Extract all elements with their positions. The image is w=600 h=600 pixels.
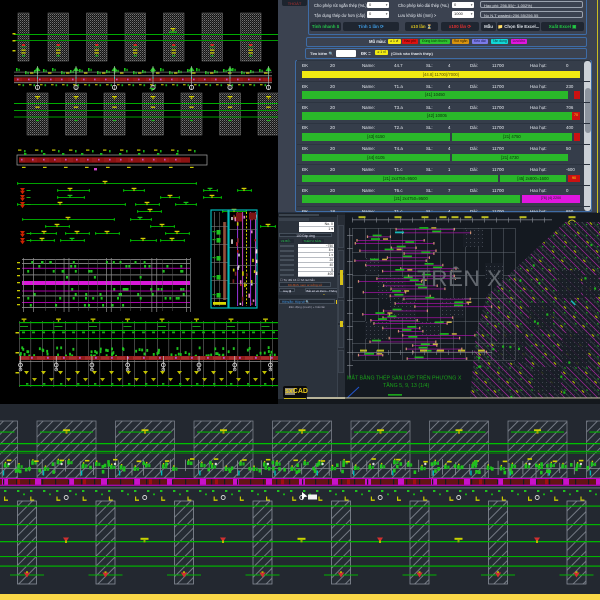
svg-text:TẦNG 5, 9, 13 (1/4): TẦNG 5, 9, 13 (1/4): [383, 382, 429, 389]
svg-text:MẮT BẰNG THÉP SÀN LỚP TRÊN PHƯ: MẮT BẰNG THÉP SÀN LỚP TRÊN PHƯƠNG X: [347, 374, 462, 382]
svg-text:TRÊN X: TRÊN X: [417, 266, 503, 291]
